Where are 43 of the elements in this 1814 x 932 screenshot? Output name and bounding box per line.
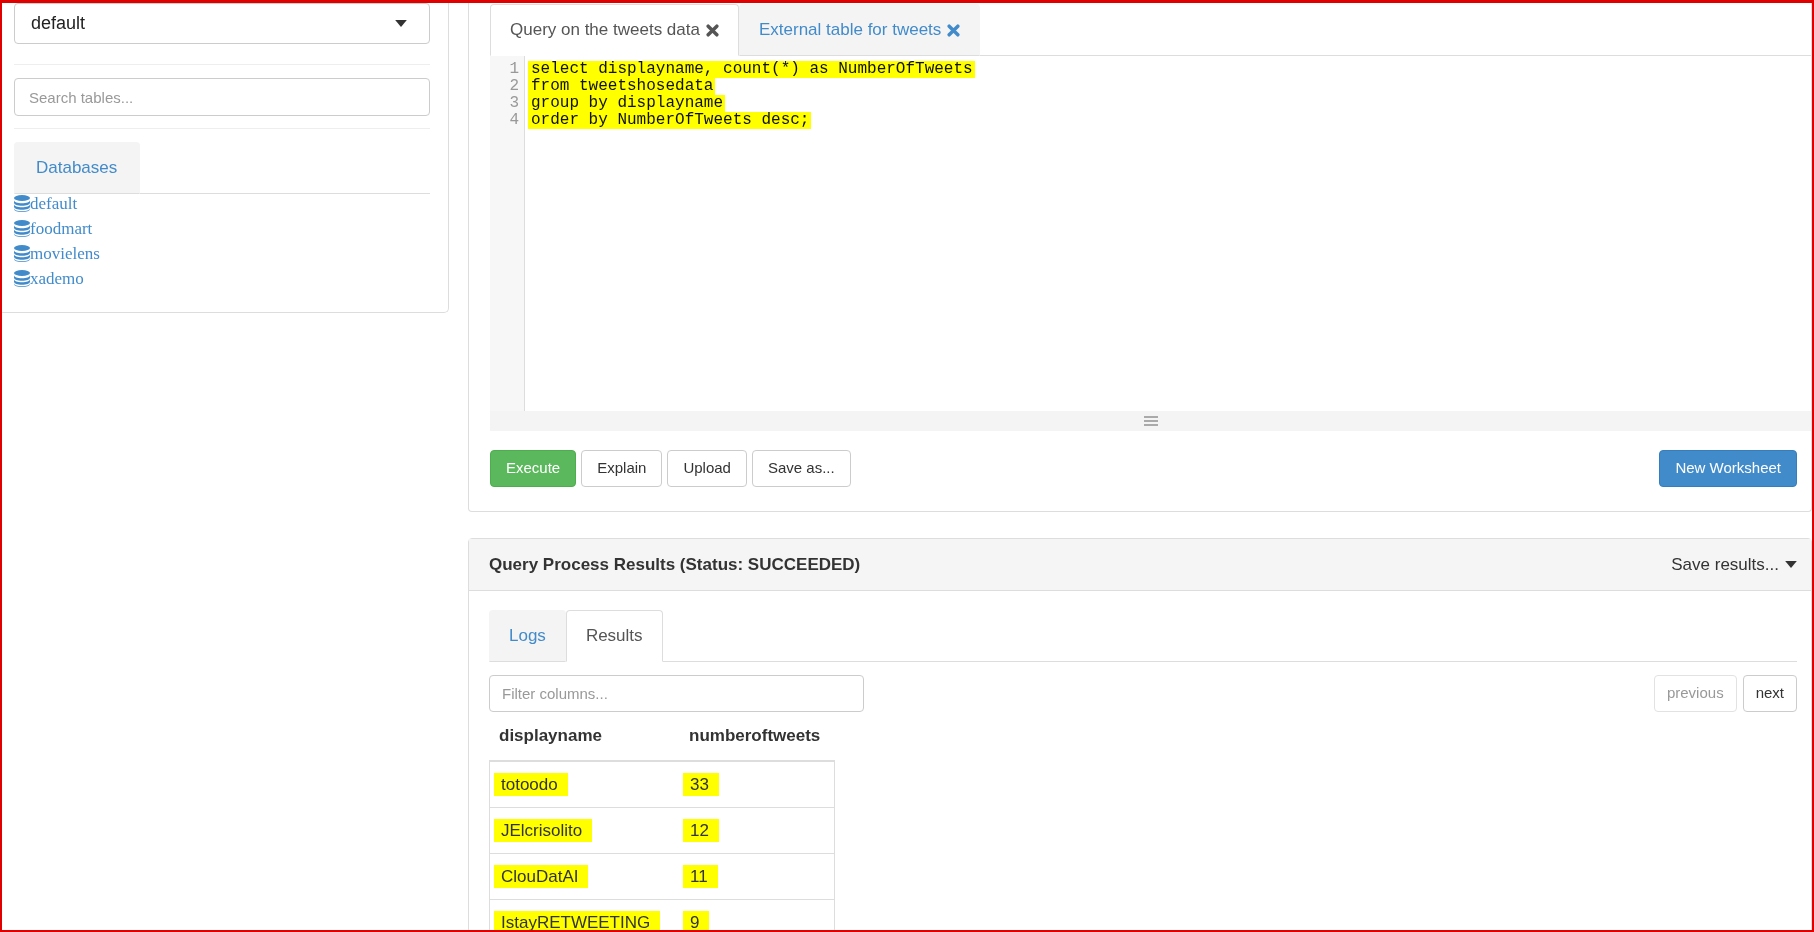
save-results-dropdown[interactable]: Save results... <box>1671 551 1797 578</box>
column-header: numberoftweets <box>689 726 821 745</box>
line-number: 4 <box>509 112 519 129</box>
grip-icon[interactable] <box>1143 416 1158 426</box>
caret-icon <box>1785 561 1797 568</box>
database-link[interactable]: default <box>14 191 78 216</box>
filter-field[interactable]: Filter columns... <box>489 675 864 712</box>
cell-text: 9 <box>683 910 710 930</box>
database-icon <box>14 195 30 212</box>
cell-text: 33 <box>683 772 719 796</box>
tab[interactable]: Results <box>565 610 663 662</box>
action-button[interactable]: Explain <box>581 450 663 487</box>
pager-button[interactable]: next <box>1742 675 1797 712</box>
caret-icon <box>395 20 407 27</box>
close-icon[interactable] <box>705 23 719 37</box>
line-number: 1 <box>509 61 519 78</box>
cell-text: totoodo <box>494 772 568 796</box>
database-link[interactable]: movielens <box>14 241 100 266</box>
column-header: displayname <box>499 726 602 745</box>
action-button[interactable]: Upload <box>667 450 747 487</box>
line-number: 3 <box>509 95 519 112</box>
tab[interactable]: Logs <box>489 610 566 662</box>
database-icon <box>14 245 30 262</box>
action-button[interactable]: Execute <box>490 450 577 487</box>
tab[interactable]: External table for tweets <box>738 4 981 56</box>
tab[interactable]: Databases <box>14 142 141 194</box>
line-number: 2 <box>509 78 519 95</box>
close-icon[interactable] <box>947 23 961 37</box>
cell-text: 12 <box>683 818 719 842</box>
database-select[interactable]: default <box>14 3 430 44</box>
cell-text: 11 <box>683 864 718 888</box>
cell-text: ClouDatAI <box>494 864 589 888</box>
database-icon <box>14 220 30 237</box>
database-link[interactable]: foodmart <box>14 216 93 241</box>
database-link[interactable]: xademo <box>14 266 84 291</box>
code-editor[interactable]: 1 2 3 4 select displayname, count(*) as NumberOfTweets from tweetshosedata group by displayname order by NumberOfTweets desc; <box>490 56 1811 431</box>
tab[interactable]: Query on the tweets data <box>490 4 739 56</box>
action-button[interactable]: New Worksheet <box>1659 450 1797 487</box>
search-field[interactable]: Search tables... <box>14 78 430 116</box>
action-button[interactable]: Save as... <box>751 450 851 487</box>
panel-title: Query Process Results (Status: SUCCEEDED) <box>489 553 861 576</box>
database-icon <box>14 270 30 287</box>
cell-text: JElcrisolito <box>494 818 593 842</box>
